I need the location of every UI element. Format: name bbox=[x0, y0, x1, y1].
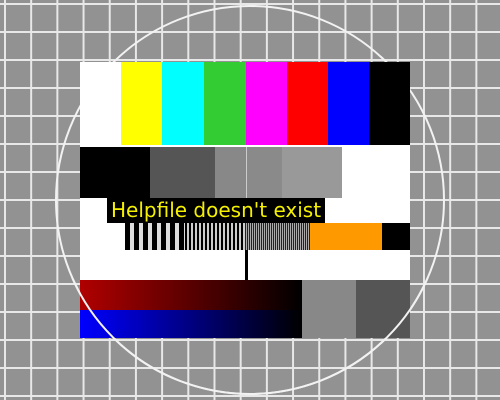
test-pattern: Helpfile doesn't exist bbox=[80, 62, 410, 338]
gray-block-mid bbox=[215, 147, 246, 198]
orange-block bbox=[310, 223, 382, 250]
gray-block-dark bbox=[150, 147, 215, 198]
gray-block-bottom bbox=[302, 280, 356, 338]
stripes-coarse bbox=[125, 223, 185, 250]
red-gradient bbox=[80, 280, 302, 310]
gray-block-black bbox=[80, 147, 150, 198]
gray-block-light bbox=[282, 147, 342, 198]
color-bar-magenta bbox=[246, 62, 287, 145]
color-bar-white bbox=[80, 62, 121, 145]
color-bar-black bbox=[369, 62, 410, 145]
stripes-fine bbox=[245, 223, 310, 250]
black-block bbox=[382, 223, 410, 250]
color-bar-red bbox=[287, 62, 328, 145]
color-bar-green bbox=[204, 62, 246, 145]
blue-gradient bbox=[80, 310, 302, 338]
color-bar-cyan bbox=[162, 62, 204, 145]
color-bar-yellow bbox=[121, 62, 162, 145]
dark-block-bottom bbox=[356, 280, 410, 338]
center-line bbox=[245, 250, 248, 280]
gray-block-mid2 bbox=[247, 147, 282, 198]
help-message: Helpfile doesn't exist bbox=[107, 198, 326, 223]
color-bar-blue bbox=[328, 62, 369, 145]
stripes-medium bbox=[185, 223, 245, 250]
